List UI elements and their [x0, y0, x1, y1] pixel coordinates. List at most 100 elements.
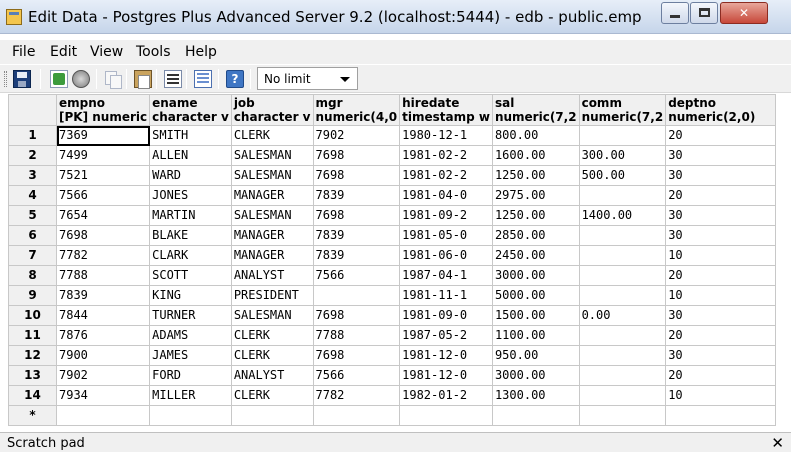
- cell-comm[interactable]: [578, 345, 667, 366]
- row-number[interactable]: 12: [8, 345, 57, 366]
- cell-deptno[interactable]: 10: [665, 385, 777, 406]
- menu-file[interactable]: File: [12, 44, 35, 60]
- cell-sal[interactable]: 1250.00: [491, 165, 580, 186]
- cell-comm[interactable]: [578, 405, 667, 426]
- cell-job[interactable]: ANALYST: [230, 365, 314, 386]
- cell-deptno[interactable]: 20: [665, 185, 777, 206]
- cell-ename[interactable]: MARTIN: [149, 205, 232, 226]
- paste-icon[interactable]: [134, 70, 152, 89]
- cell-deptno[interactable]: 30: [665, 165, 777, 186]
- cell-mgr[interactable]: 7698: [312, 205, 401, 226]
- cell-sal[interactable]: 2450.00: [491, 245, 580, 266]
- row-number[interactable]: 3: [8, 165, 57, 186]
- toolbar-grip[interactable]: [4, 71, 7, 87]
- save-icon[interactable]: [13, 70, 31, 88]
- cell-ename[interactable]: JAMES: [149, 345, 232, 366]
- menu-tools[interactable]: Tools: [136, 44, 171, 60]
- cell-ename[interactable]: FORD: [149, 365, 232, 386]
- cell-hiredate[interactable]: 1987-04-1: [399, 265, 493, 286]
- cell-comm[interactable]: 500.00: [578, 165, 667, 186]
- cell-hiredate[interactable]: 1981-09-0: [399, 305, 493, 326]
- chevron-down-icon[interactable]: [340, 77, 350, 82]
- cell-deptno[interactable]: 20: [665, 265, 777, 286]
- new-row-marker[interactable]: *: [8, 405, 57, 426]
- cell-mgr[interactable]: 7839: [312, 185, 401, 206]
- cell-mgr[interactable]: [312, 405, 401, 426]
- cell-hiredate[interactable]: 1981-04-0: [399, 185, 493, 206]
- cell-mgr[interactable]: 7782: [312, 385, 401, 406]
- stop-icon[interactable]: [72, 70, 90, 88]
- cell-comm[interactable]: [578, 225, 667, 246]
- cell-hiredate[interactable]: 1981-11-1: [399, 285, 493, 306]
- cell-ename[interactable]: KING: [149, 285, 232, 306]
- column-header-hiredate[interactable]: hiredate timestamp w: [399, 94, 493, 126]
- cell-job[interactable]: ANALYST: [230, 265, 314, 286]
- row-number[interactable]: 7: [8, 245, 57, 266]
- cell-empno[interactable]: 7902: [55, 365, 151, 386]
- help-icon[interactable]: ?: [226, 70, 244, 88]
- cell-job[interactable]: SALESMAN: [230, 145, 314, 166]
- cell-deptno[interactable]: 10: [665, 245, 777, 266]
- cell-empno[interactable]: 7934: [55, 385, 151, 406]
- column-header-ename[interactable]: ename character v: [149, 94, 232, 126]
- cell-sal[interactable]: 2850.00: [491, 225, 580, 246]
- cell-sal[interactable]: 2975.00: [491, 185, 580, 206]
- cell-empno[interactable]: 7782: [55, 245, 151, 266]
- cell-job[interactable]: SALESMAN: [230, 165, 314, 186]
- cell-ename[interactable]: [149, 405, 232, 426]
- close-icon[interactable]: ✕: [771, 434, 784, 452]
- cell-hiredate[interactable]: 1981-02-2: [399, 165, 493, 186]
- cell-hiredate[interactable]: [399, 405, 493, 426]
- cell-comm[interactable]: [578, 385, 667, 406]
- cell-job[interactable]: SALESMAN: [230, 305, 314, 326]
- cell-mgr[interactable]: 7698: [312, 165, 401, 186]
- cell-comm[interactable]: [578, 365, 667, 386]
- column-header-job[interactable]: job character v: [230, 94, 314, 126]
- cell-mgr[interactable]: 7698: [312, 345, 401, 366]
- cell-job[interactable]: CLERK: [230, 125, 314, 146]
- cell-comm[interactable]: [578, 285, 667, 306]
- cell-mgr[interactable]: 7566: [312, 365, 401, 386]
- cell-mgr[interactable]: 7566: [312, 265, 401, 286]
- cell-mgr[interactable]: 7788: [312, 325, 401, 346]
- row-number[interactable]: 10: [8, 305, 57, 326]
- row-number[interactable]: 11: [8, 325, 57, 346]
- cell-deptno[interactable]: 30: [665, 345, 777, 366]
- cell-empno[interactable]: 7839: [55, 285, 151, 306]
- row-number[interactable]: 1: [8, 125, 57, 146]
- cell-deptno[interactable]: 20: [665, 125, 777, 146]
- cell-comm[interactable]: 300.00: [578, 145, 667, 166]
- cell-empno[interactable]: 7844: [55, 305, 151, 326]
- cell-mgr[interactable]: 7698: [312, 305, 401, 326]
- row-number[interactable]: 4: [8, 185, 57, 206]
- row-limit-select[interactable]: No limit: [257, 67, 358, 90]
- cell-sal[interactable]: [491, 405, 580, 426]
- cell-deptno[interactable]: 30: [665, 145, 777, 166]
- cell-deptno[interactable]: 30: [665, 305, 777, 326]
- filter-icon[interactable]: [194, 70, 212, 88]
- cell-empno[interactable]: 7566: [55, 185, 151, 206]
- column-header-mgr[interactable]: mgr numeric(4,0: [312, 94, 401, 126]
- row-number[interactable]: 2: [8, 145, 57, 166]
- cell-job[interactable]: CLERK: [230, 385, 314, 406]
- menu-help[interactable]: Help: [185, 44, 217, 60]
- cell-ename[interactable]: MILLER: [149, 385, 232, 406]
- cell-hiredate[interactable]: 1981-12-0: [399, 365, 493, 386]
- cell-ename[interactable]: ALLEN: [149, 145, 232, 166]
- copy-icon[interactable]: [104, 70, 122, 89]
- cell-job[interactable]: [230, 405, 314, 426]
- cell-empno[interactable]: [55, 405, 151, 426]
- cell-mgr[interactable]: 7839: [312, 245, 401, 266]
- cell-ename[interactable]: ADAMS: [149, 325, 232, 346]
- cell-job[interactable]: SALESMAN: [230, 205, 314, 226]
- cell-job[interactable]: MANAGER: [230, 245, 314, 266]
- cell-empno[interactable]: 7369: [55, 125, 151, 146]
- cell-deptno[interactable]: 30: [665, 225, 777, 246]
- row-number[interactable]: 6: [8, 225, 57, 246]
- cell-comm[interactable]: [578, 125, 667, 146]
- cell-empno[interactable]: 7499: [55, 145, 151, 166]
- cell-comm[interactable]: 1400.00: [578, 205, 667, 226]
- cell-comm[interactable]: [578, 185, 667, 206]
- cell-hiredate[interactable]: 1982-01-2: [399, 385, 493, 406]
- cell-ename[interactable]: BLAKE: [149, 225, 232, 246]
